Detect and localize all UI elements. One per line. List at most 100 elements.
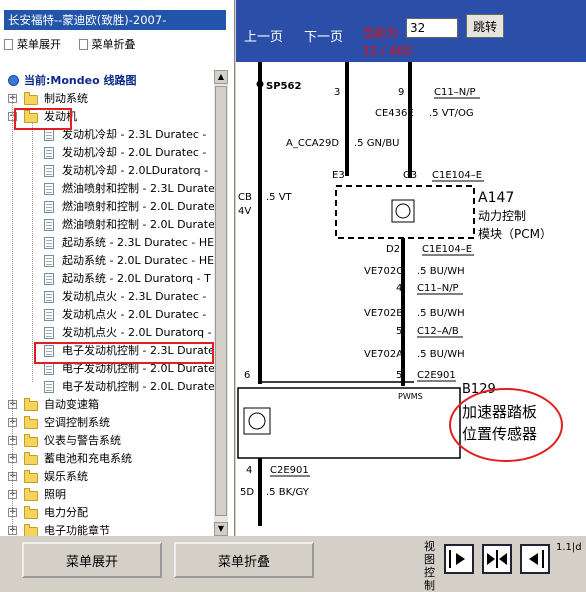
page-count: 32 / 460 <box>362 44 412 58</box>
label-5d: 5D <box>240 487 254 498</box>
pager-bar: 上一页 下一页 当前为 跳转 32 / 460 <box>236 0 586 62</box>
wire-gn-bu: .5 GN/BU <box>354 138 400 149</box>
label-4v: 4V <box>238 206 251 217</box>
sensor-b129-symbol <box>243 407 271 435</box>
right-pane: SP562 3 9 C11–N/P CE436E .5 VT/OG A_CCA2… <box>236 0 586 536</box>
tree-item-label: 燃油喷射和控制 - 2.0L Durate <box>62 200 215 213</box>
page-icon <box>44 291 54 303</box>
wire-e3 <box>345 60 349 176</box>
wire-bottom <box>258 458 262 526</box>
page-icon <box>44 129 54 141</box>
doc-icon <box>4 39 13 50</box>
wire-g3 <box>408 60 412 178</box>
pin-9: 9 <box>398 87 404 98</box>
folder-icon <box>24 488 38 501</box>
menu-collapse-link[interactable]: 菜单折叠 <box>78 36 136 52</box>
jump-button[interactable]: 跳转 <box>466 14 504 38</box>
tree-item-label: 照明 <box>44 488 66 501</box>
highlight-engine <box>14 108 72 130</box>
tree-item-label: 蓄电池和充电系统 <box>44 452 132 465</box>
view-control-label: 视图控制 <box>424 540 435 592</box>
folder-icon <box>24 434 38 447</box>
view-arrow-right-icon[interactable] <box>444 544 474 574</box>
tree-scrollbar[interactable]: ▲ ▼ <box>214 70 228 536</box>
tree-item-label: 仪表与警告系统 <box>44 434 121 447</box>
menu-toolbar: 菜单展开 菜单折叠 <box>4 36 150 52</box>
left-pane: 长安福特--蒙迪欧(致胜)-2007- 菜单展开 菜单折叠 当前:Mondeo … <box>0 0 235 536</box>
wire-bu-wh-3: .5 BU/WH <box>417 349 465 360</box>
conn-c1e104e-bot: C1E104–E <box>422 244 472 255</box>
tree-guide <box>32 122 33 382</box>
tree-item-label: 发动机点火 - 2.0L Duratec - <box>62 308 207 321</box>
window-title: 长安福特--蒙迪欧(致胜)-2007- <box>4 10 226 30</box>
pin-5b: 5 <box>396 370 402 381</box>
page-icon <box>44 273 54 285</box>
page-number-input[interactable] <box>406 18 458 38</box>
wire-bu-wh-2: .5 BU/WH <box>417 308 465 319</box>
wire-bu-wh-1: .5 BU/WH <box>417 266 465 277</box>
tree-item-label: 电力分配 <box>44 506 88 519</box>
page-icon <box>44 309 54 321</box>
menu-expand-link[interactable]: 菜单展开 <box>4 36 61 52</box>
pin-g3: G3 <box>403 170 417 181</box>
folder-icon <box>24 470 38 483</box>
label-sp562: SP562 <box>266 81 301 92</box>
page-icon <box>44 201 54 213</box>
folder-icon <box>24 452 38 465</box>
label-pwms: PWMS <box>398 392 423 401</box>
wire-vt: .5 VT <box>266 192 293 203</box>
prev-page-link[interactable]: 上一页 <box>244 26 283 45</box>
label-cb: CB <box>238 192 252 203</box>
scroll-down-icon[interactable]: ▼ <box>214 522 228 536</box>
bottom-collapse-button[interactable]: 菜单折叠 <box>174 542 314 578</box>
page-icon <box>44 327 54 339</box>
folder-icon <box>24 92 38 105</box>
module-a147-id: A147 <box>478 190 514 206</box>
scroll-up-icon[interactable]: ▲ <box>214 70 228 84</box>
folder-icon <box>24 524 38 536</box>
tree-item-label: 娱乐系统 <box>44 470 88 483</box>
folder-icon <box>24 506 38 519</box>
label-ve702a: VE702A <box>364 349 403 360</box>
sensor-b129-box <box>237 387 461 459</box>
tree-guide <box>12 94 13 534</box>
conn-c1e104e-top: C1E104–E <box>432 170 482 181</box>
page-icon <box>44 255 54 267</box>
scroll-thumb[interactable] <box>215 86 227 516</box>
pin-6: 6 <box>244 370 250 381</box>
tree-item-label: 发动机冷却 - 2.0L Duratec - <box>62 146 207 159</box>
module-a147-symbol <box>391 199 415 223</box>
app-window: 长安福特--蒙迪欧(致胜)-2007- 菜单展开 菜单折叠 当前:Mondeo … <box>0 0 586 592</box>
tree-item-label: 电子功能章节 <box>44 524 110 536</box>
page-icon <box>44 363 54 375</box>
current-page-label: 当前为 <box>362 26 399 40</box>
conn-c2e901-top: C2E901 <box>417 370 456 381</box>
tree-item-label: 空调控制系统 <box>44 416 110 429</box>
tree-item-label: 起动系统 - 2.0L Duratec - HE <box>62 254 215 267</box>
folder-icon <box>24 398 38 411</box>
page-icon <box>44 165 54 177</box>
tree-item-label: 发动机点火 - 2.3L Duratec - <box>62 290 207 303</box>
conn-c11np-top: C11–N/P <box>434 87 476 98</box>
pin-3: 3 <box>334 87 340 98</box>
globe-icon <box>8 75 19 86</box>
label-ve702c: VE702C <box>364 266 403 277</box>
doc-icon <box>78 39 88 50</box>
highlight-selected-item <box>34 342 214 364</box>
label-ve702b: VE702B <box>364 308 403 319</box>
view-arrows-both-icon[interactable] <box>482 544 512 574</box>
sensor-b129-name2: 位置传感器 <box>462 425 537 443</box>
view-arrow-left-icon[interactable] <box>520 544 550 574</box>
tree-item-label: 发动机点火 - 2.0L Duratorq - <box>62 326 212 339</box>
status-snippet: 1.1|d <box>556 542 582 553</box>
module-a147-name1: 动力控制 <box>478 209 526 223</box>
conn-c2e901-bot: C2E901 <box>270 465 309 476</box>
page-icon <box>44 219 54 231</box>
tree-item-label: 制动系统 <box>44 92 88 105</box>
bottom-expand-button[interactable]: 菜单展开 <box>22 542 162 578</box>
next-page-link[interactable]: 下一页 <box>304 26 343 45</box>
pin-5a: 5 <box>396 326 402 337</box>
tree-item-label: 燃油喷射和控制 - 2.0L Durate <box>62 218 215 231</box>
page-icon <box>44 381 54 393</box>
tree-item-label: 发动机冷却 - 2.3L Duratec - <box>62 128 207 141</box>
